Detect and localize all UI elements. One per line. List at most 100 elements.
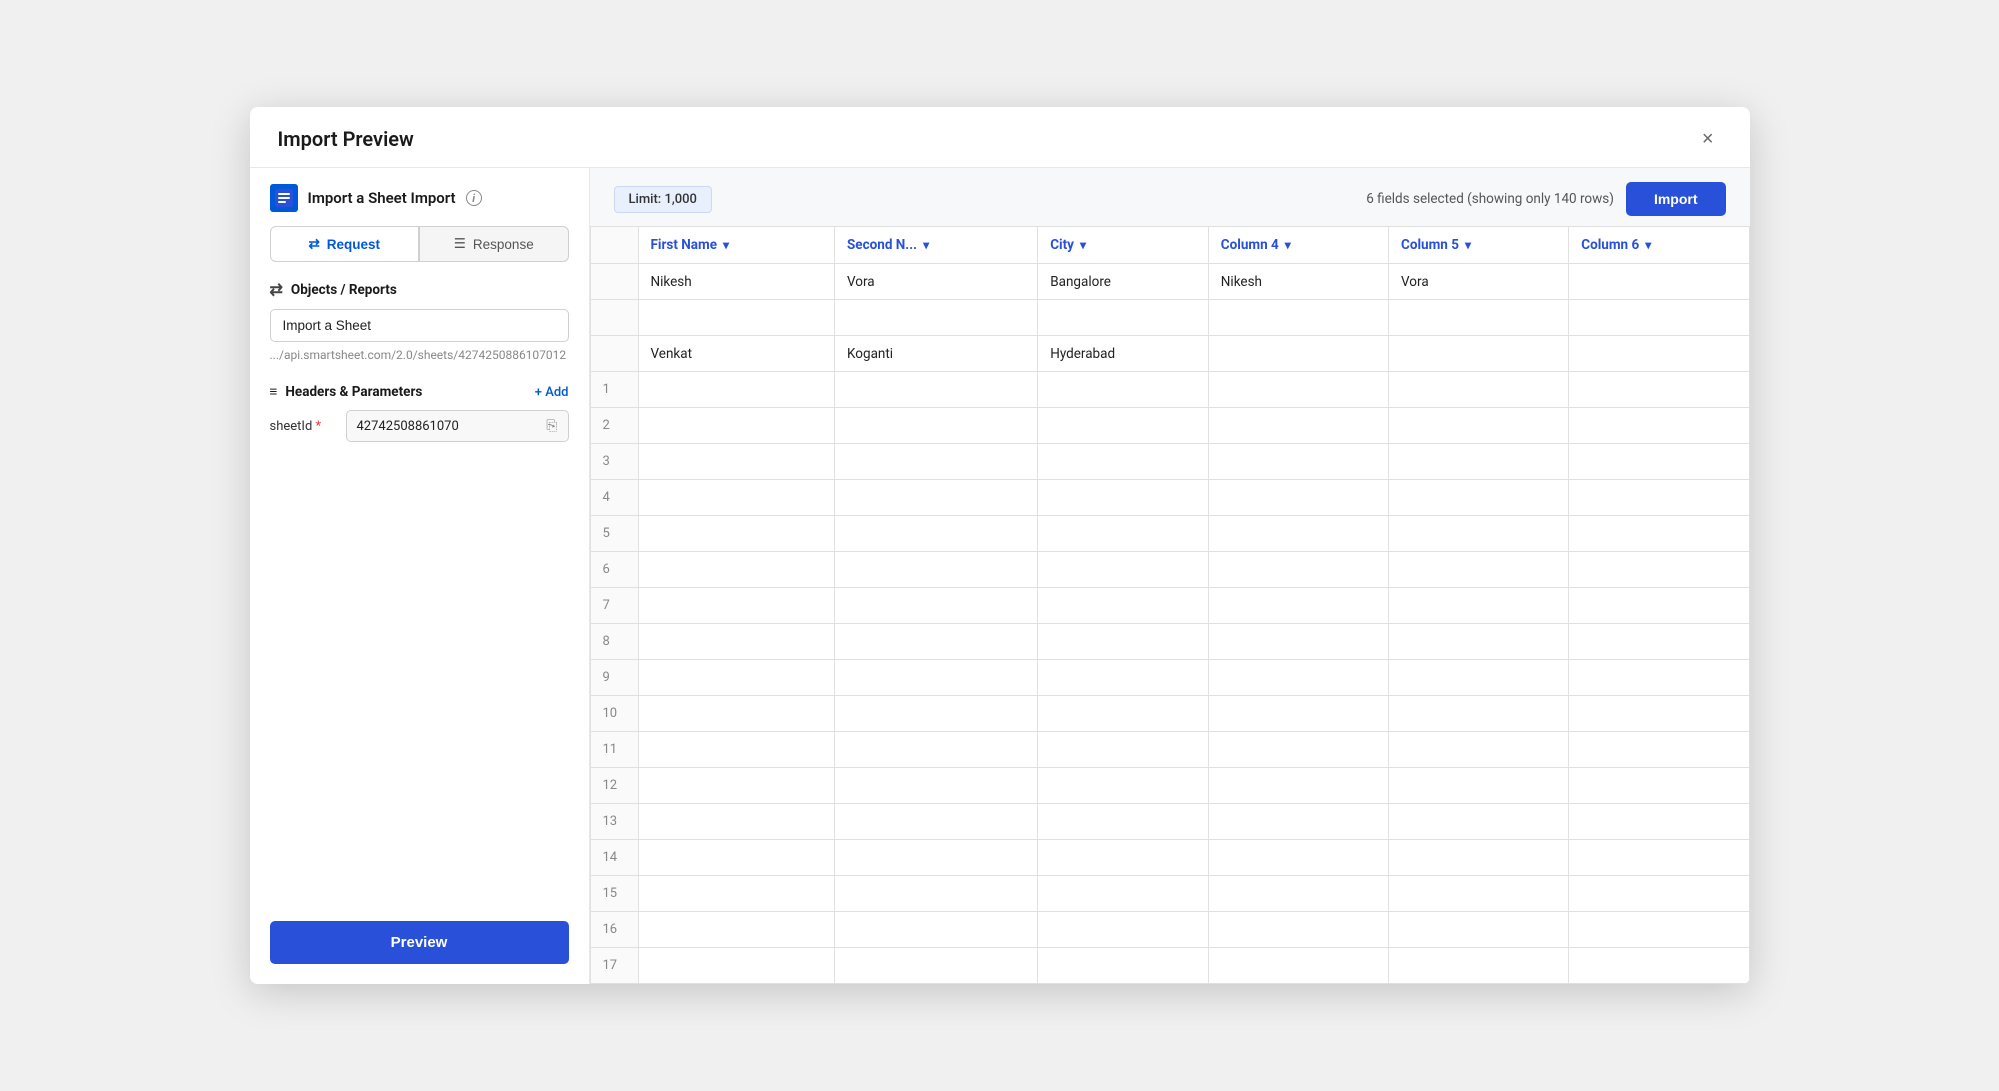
- cell-first_name: [638, 552, 835, 588]
- objects-icon: ⇄: [270, 280, 283, 299]
- col-header-column6[interactable]: Column 6 ▾: [1569, 227, 1749, 264]
- col-dropdown-column6[interactable]: ▾: [1645, 238, 1651, 252]
- cell-column5: [1389, 624, 1569, 660]
- info-icon[interactable]: i: [466, 190, 482, 206]
- table-row: 4: [590, 480, 1749, 516]
- cell-column6: [1569, 588, 1749, 624]
- cell-second_n: Koganti: [835, 336, 1038, 372]
- cell-column4: [1208, 516, 1388, 552]
- row-number: 2: [590, 408, 638, 444]
- cell-column5: [1389, 912, 1569, 948]
- fields-info: 6 fields selected (showing only 140 rows…: [1366, 182, 1725, 216]
- col-dropdown-second-n[interactable]: ▾: [923, 238, 929, 252]
- cell-city: [1038, 732, 1209, 768]
- row-number: 8: [590, 624, 638, 660]
- cell-column6: [1569, 336, 1749, 372]
- cell-column4: [1208, 588, 1388, 624]
- col-header-second-n[interactable]: Second N... ▾: [835, 227, 1038, 264]
- objects-input[interactable]: [270, 309, 569, 342]
- cell-column6: [1569, 480, 1749, 516]
- cell-column6: [1569, 516, 1749, 552]
- param-row-sheetid: sheetId * 42742508861070 ⎘: [270, 410, 569, 442]
- col-dropdown-column5[interactable]: ▾: [1465, 238, 1471, 252]
- cell-city: [1038, 624, 1209, 660]
- row-number: 15: [590, 876, 638, 912]
- cell-column5: [1389, 516, 1569, 552]
- row-number: 4: [590, 480, 638, 516]
- import-button[interactable]: Import: [1626, 182, 1726, 216]
- row-number: 10: [590, 696, 638, 732]
- import-preview-modal: Import Preview × Import a Sheet Import: [250, 107, 1750, 984]
- table-container[interactable]: First Name ▾ Second N... ▾: [590, 226, 1750, 984]
- cell-second_n: [835, 372, 1038, 408]
- tab-response[interactable]: ☰ Response: [419, 226, 569, 262]
- row-number: [590, 300, 638, 336]
- cell-column4: [1208, 552, 1388, 588]
- cell-first_name: [638, 300, 835, 336]
- cell-column4: [1208, 480, 1388, 516]
- cell-city: [1038, 372, 1209, 408]
- table-row: 6: [590, 552, 1749, 588]
- row-number: 7: [590, 588, 638, 624]
- cell-column4: [1208, 444, 1388, 480]
- cell-first_name: [638, 696, 835, 732]
- table-row: NikeshVoraBangaloreNikeshVora: [590, 264, 1749, 300]
- close-button[interactable]: ×: [1694, 125, 1722, 153]
- cell-column4: [1208, 768, 1388, 804]
- cell-column4: Nikesh: [1208, 264, 1388, 300]
- cell-column4: [1208, 912, 1388, 948]
- col-header-rownum: [590, 227, 638, 264]
- cell-city: [1038, 408, 1209, 444]
- tab-request[interactable]: ⇄ Request: [270, 226, 420, 262]
- cell-second_n: [835, 408, 1038, 444]
- sheet-name-text: Import a Sheet Import: [308, 189, 456, 207]
- cell-column6: [1569, 876, 1749, 912]
- cell-column4: [1208, 408, 1388, 444]
- left-top: Import a Sheet Import i ⇄ Request ☰ Resp…: [250, 168, 589, 262]
- param-sheetid-label: sheetId *: [270, 419, 338, 434]
- col-header-first-name[interactable]: First Name ▾: [638, 227, 835, 264]
- cell-column5: [1389, 696, 1569, 732]
- cell-column6: [1569, 912, 1749, 948]
- table-row: 15: [590, 876, 1749, 912]
- param-sheetid-value: 42742508861070: [357, 419, 459, 434]
- cell-second_n: [835, 696, 1038, 732]
- cell-column5: [1389, 480, 1569, 516]
- tab-row: ⇄ Request ☰ Response: [270, 226, 569, 262]
- col-header-column5[interactable]: Column 5 ▾: [1389, 227, 1569, 264]
- table-row: 2: [590, 408, 1749, 444]
- col-header-column4[interactable]: Column 4 ▾: [1208, 227, 1388, 264]
- row-number: 13: [590, 804, 638, 840]
- add-parameter-link[interactable]: + Add: [535, 385, 569, 400]
- cell-column4: [1208, 732, 1388, 768]
- param-sheetid-input[interactable]: 42742508861070 ⎘: [346, 410, 569, 442]
- table-row: [590, 300, 1749, 336]
- cell-first_name: [638, 444, 835, 480]
- row-number: 11: [590, 732, 638, 768]
- row-number: 5: [590, 516, 638, 552]
- cell-first_name: Venkat: [638, 336, 835, 372]
- copy-icon[interactable]: ⎘: [546, 418, 557, 434]
- cell-city: [1038, 552, 1209, 588]
- headers-title: ≡ Headers & Parameters: [270, 384, 423, 400]
- cell-column5: [1389, 372, 1569, 408]
- cell-second_n: [835, 804, 1038, 840]
- cell-second_n: [835, 624, 1038, 660]
- row-number: 3: [590, 444, 638, 480]
- cell-column6: [1569, 264, 1749, 300]
- cell-column6: [1569, 732, 1749, 768]
- sheet-name-row: Import a Sheet Import i: [270, 184, 569, 212]
- col-header-city[interactable]: City ▾: [1038, 227, 1209, 264]
- cell-column5: [1389, 336, 1569, 372]
- cell-column5: [1389, 804, 1569, 840]
- table-row: VenkatKogantiHyderabad: [590, 336, 1749, 372]
- col-dropdown-first-name[interactable]: ▾: [723, 238, 729, 252]
- row-number: [590, 336, 638, 372]
- preview-button[interactable]: Preview: [270, 921, 569, 964]
- col-dropdown-city[interactable]: ▾: [1080, 238, 1086, 252]
- cell-column5: [1389, 732, 1569, 768]
- col-dropdown-column4[interactable]: ▾: [1285, 238, 1291, 252]
- fields-selected-text: 6 fields selected (showing only 140 rows…: [1366, 191, 1614, 207]
- table-row: 5: [590, 516, 1749, 552]
- right-top-bar: Limit: 1,000 6 fields selected (showing …: [590, 168, 1750, 226]
